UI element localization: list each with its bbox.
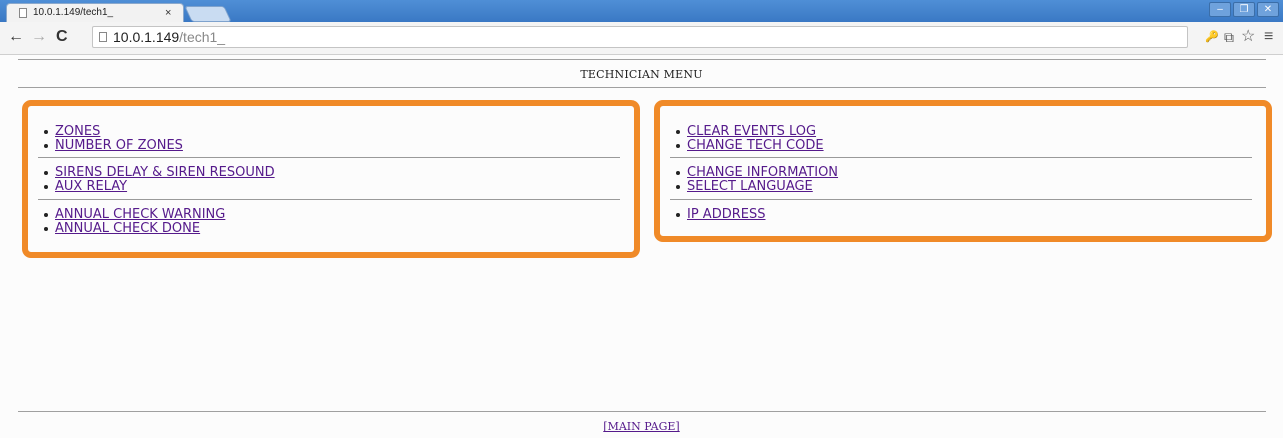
tab-close-icon[interactable]: × <box>165 4 171 22</box>
browser-tab[interactable]: 10.0.1.149/tech1_ × <box>6 3 184 22</box>
aux-relay-link[interactable]: AUX RELAY <box>55 179 127 194</box>
menu-icon[interactable]: ≡ <box>1264 28 1273 46</box>
top-divider <box>18 59 1266 60</box>
clear-events-log-link[interactable]: CLEAR EVENTS LOG <box>687 124 816 139</box>
tab-title: 10.0.1.149/tech1_ <box>33 7 114 18</box>
change-tech-code-link[interactable]: CHANGE TECH CODE <box>687 138 824 153</box>
address-bar[interactable]: 10.0.1.149/tech1_ <box>92 26 1188 48</box>
url-path: /tech1_ <box>179 29 226 45</box>
back-icon[interactable]: ← <box>8 27 24 47</box>
left-menu-panel: ZONES NUMBER OF ZONES SIRENS DELAY & SIR… <box>22 100 640 258</box>
divider <box>38 157 620 158</box>
right-menu-panel: CLEAR EVENTS LOG CHANGE TECH CODE CHANGE… <box>654 100 1272 242</box>
divider <box>670 157 1252 158</box>
list-item: ANNUAL CHECK DONE <box>41 222 225 236</box>
sirens-delay-link[interactable]: SIRENS DELAY & SIREN RESOUND <box>55 165 275 180</box>
change-information-link[interactable]: CHANGE INFORMATION <box>687 165 838 180</box>
minimize-button[interactable]: – <box>1209 2 1231 17</box>
page-icon <box>19 8 27 18</box>
main-page-link[interactable]: [MAIN PAGE] <box>603 420 679 433</box>
ip-address-link[interactable]: IP ADDRESS <box>687 207 765 222</box>
select-language-link[interactable]: SELECT LANGUAGE <box>687 179 813 194</box>
divider <box>38 199 620 200</box>
annual-check-warning-link[interactable]: ANNUAL CHECK WARNING <box>55 207 225 222</box>
number-of-zones-link[interactable]: NUMBER OF ZONES <box>55 138 183 153</box>
close-window-button[interactable]: ✕ <box>1257 2 1279 17</box>
list-item: AUX RELAY <box>41 180 275 194</box>
window-titlebar: 10.0.1.149/tech1_ × – ❐ ✕ <box>0 0 1283 22</box>
bookmark-star-icon[interactable]: ☆ <box>1241 28 1255 46</box>
footer-divider <box>18 411 1266 412</box>
list-item: ANNUAL CHECK WARNING <box>41 208 225 222</box>
page-icon <box>99 32 107 42</box>
annual-check-done-link[interactable]: ANNUAL CHECK DONE <box>55 221 200 236</box>
list-item: CLEAR EVENTS LOG <box>673 125 824 139</box>
page-title: TECHNICIAN MENU <box>580 68 703 81</box>
reload-icon[interactable]: C <box>56 27 68 47</box>
new-tab-button[interactable] <box>184 6 232 22</box>
url-host: 10.0.1.149 <box>113 29 180 45</box>
list-item: SIRENS DELAY & SIREN RESOUND <box>41 166 275 180</box>
translate-icon[interactable]: ⧉ <box>1224 28 1234 46</box>
zones-link[interactable]: ZONES <box>55 124 100 139</box>
browser-toolbar: ← → C 10.0.1.149/tech1_ 🔑 ⧉ ☆ ≡ <box>0 22 1283 55</box>
list-item: SELECT LANGUAGE <box>673 180 838 194</box>
list-item: NUMBER OF ZONES <box>41 139 183 153</box>
url-text: 10.0.1.149/tech1_ <box>113 27 225 47</box>
divider <box>670 199 1252 200</box>
maximize-button[interactable]: ❐ <box>1233 2 1255 17</box>
list-item: CHANGE TECH CODE <box>673 139 824 153</box>
list-item: ZONES <box>41 125 183 139</box>
list-item: IP ADDRESS <box>673 208 765 222</box>
footer: [MAIN PAGE] <box>0 420 1283 433</box>
list-item: CHANGE INFORMATION <box>673 166 838 180</box>
forward-icon[interactable]: → <box>31 27 47 47</box>
key-icon[interactable]: 🔑 <box>1205 28 1219 46</box>
title-divider <box>18 87 1266 88</box>
